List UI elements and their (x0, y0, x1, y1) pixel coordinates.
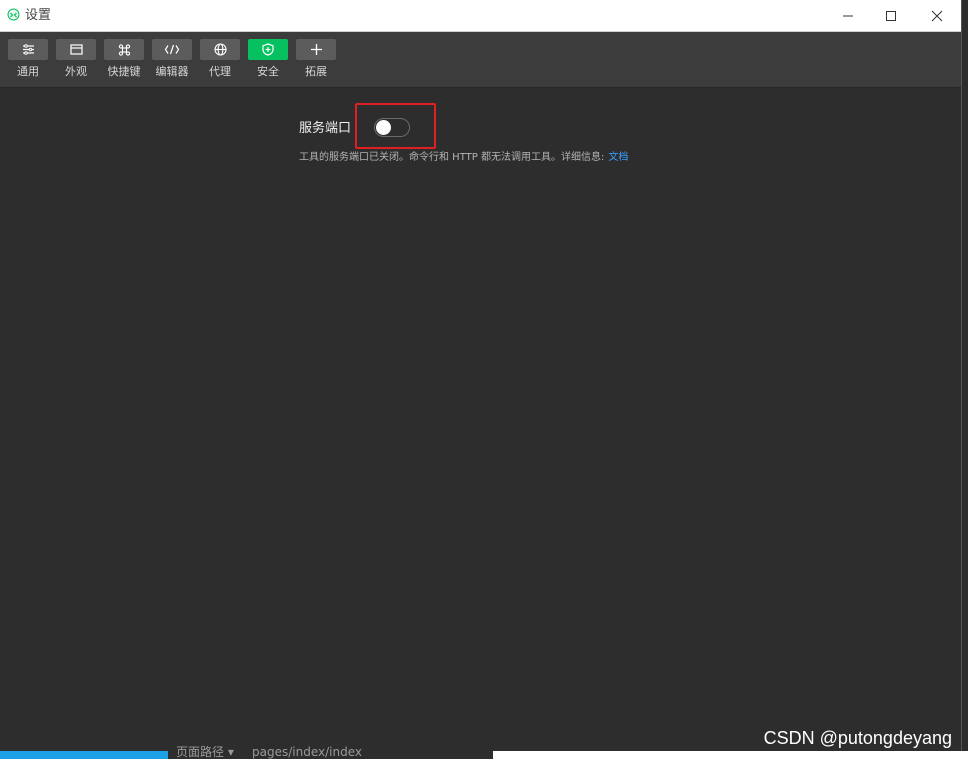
maximize-icon (886, 10, 896, 21)
tab-proxy[interactable]: 代理 (200, 39, 240, 83)
globe-icon (213, 43, 227, 56)
extensions-tab-button[interactable] (296, 39, 336, 60)
maximize-button[interactable] (868, 0, 914, 31)
command-key-icon (118, 43, 130, 56)
background-window-strip: 页面路径 ▾ pages/index/index (0, 745, 968, 759)
settings-toolbar: 通用 外观 快捷键 编辑器 代理 安全 拓展 (0, 32, 961, 88)
tab-shortcuts[interactable]: 快捷键 (104, 39, 144, 83)
tab-editor[interactable]: 编辑器 (152, 39, 192, 83)
appearance-tab-button[interactable] (56, 39, 96, 60)
background-blue-bar (0, 751, 168, 759)
wechat-devtools-logo-icon (7, 8, 20, 21)
documentation-link[interactable]: 文档 (608, 152, 628, 163)
description-text: 工具的服务端口已关闭。命令行和 HTTP 都无法调用工具。详细信息: (299, 152, 605, 163)
tab-general[interactable]: 通用 (8, 39, 48, 83)
close-icon (931, 10, 943, 21)
background-page-path-label: 页面路径 ▾ (176, 745, 234, 759)
tab-editor-label: 编辑器 (155, 65, 189, 78)
service-port-description: 工具的服务端口已关闭。命令行和 HTTP 都无法调用工具。详细信息: 文档 (299, 151, 628, 165)
minimize-icon (843, 15, 853, 16)
plus-icon (310, 44, 322, 55)
tab-appearance[interactable]: 外观 (56, 39, 96, 83)
tab-extensions[interactable]: 拓展 (296, 39, 336, 83)
tab-general-label: 通用 (17, 65, 39, 78)
window-layout-icon (69, 44, 83, 55)
tab-extensions-label: 拓展 (305, 65, 327, 78)
annotation-highlight-box (355, 103, 436, 149)
tab-shortcuts-label: 快捷键 (107, 65, 141, 78)
security-tab-button[interactable] (248, 39, 288, 60)
service-port-label: 服务端口 (299, 121, 352, 136)
editor-tab-button[interactable] (152, 39, 192, 60)
shield-icon (262, 43, 274, 56)
list-settings-icon (22, 44, 34, 55)
title-bar: 设置 (0, 0, 961, 32)
tab-security-label: 安全 (257, 65, 279, 78)
code-icon (164, 44, 180, 55)
tab-appearance-label: 外观 (65, 65, 87, 78)
tab-proxy-label: 代理 (209, 65, 231, 78)
shortcuts-tab-button[interactable] (104, 39, 144, 60)
close-button[interactable] (914, 0, 960, 31)
csdn-watermark: CSDN @putongdeyang (763, 728, 952, 748)
general-tab-button[interactable] (8, 39, 48, 60)
settings-window: 设置 通用 外观 快捷键 编辑器 代理 安全 拓展 服务端口 工具的服务端口已关… (0, 0, 962, 751)
window-title: 设置 (25, 8, 52, 23)
tab-security[interactable]: 安全 (248, 39, 288, 83)
proxy-tab-button[interactable] (200, 39, 240, 60)
background-page-path-value: pages/index/index (252, 745, 362, 759)
minimize-button[interactable] (825, 0, 871, 31)
